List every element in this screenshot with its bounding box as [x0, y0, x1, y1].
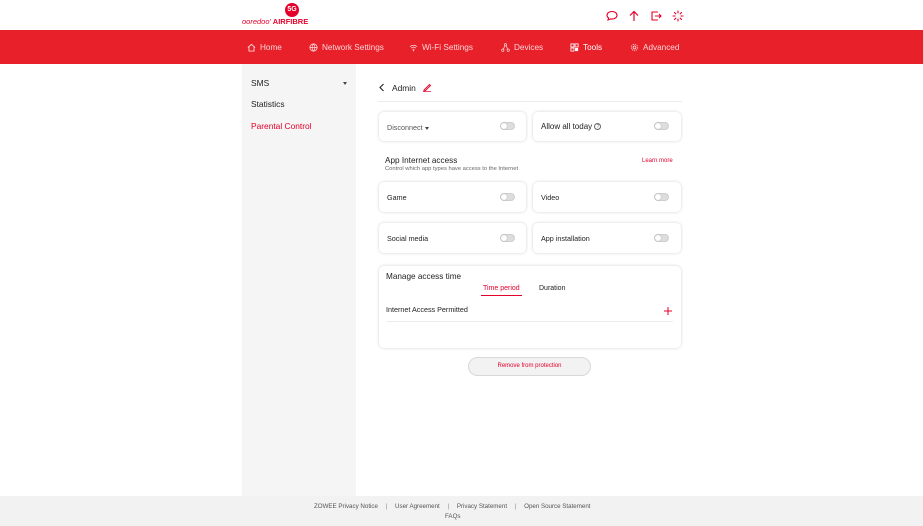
sidebar-item-sms-label: SMS — [251, 78, 270, 88]
chevron-down-icon[interactable] — [343, 82, 347, 85]
info-icon[interactable]: ? — [594, 123, 602, 131]
add-icon[interactable] — [663, 303, 673, 315]
footer-link-privacy-notice[interactable]: ZOWEE Privacy Notice — [314, 503, 378, 510]
allow-all-today-card: Allow all today ? — [533, 112, 681, 141]
devices-icon — [501, 42, 510, 52]
gear-icon — [630, 43, 639, 52]
footer-separator: | — [447, 503, 450, 510]
nav-home-label: Home — [260, 42, 282, 52]
disconnect-card: Disconnect — [379, 112, 526, 141]
footer-separator: | — [514, 503, 517, 510]
access-row-divider — [387, 321, 673, 322]
nav-wifi-settings-label: Wi-Fi Settings — [422, 42, 473, 52]
allow-all-today-text: Allow all today — [541, 122, 593, 131]
social-media-toggle[interactable] — [500, 234, 515, 242]
edit-pencil-icon[interactable] — [422, 79, 432, 97]
footer: ZOWEE Privacy Notice | User Agreement | … — [0, 496, 923, 526]
device-name: Admin — [392, 83, 416, 93]
device-header: Admin — [378, 81, 432, 95]
nav-wifi-settings[interactable]: Wi-Fi Settings — [409, 30, 473, 64]
nav-advanced[interactable]: Advanced — [630, 30, 679, 64]
access-time-card: Manage access time Time period Duration … — [379, 266, 681, 348]
disconnect-dropdown[interactable]: Disconnect — [387, 123, 429, 132]
header-divider — [378, 101, 682, 102]
caret-down-icon — [424, 126, 429, 130]
main-nav: Home Network Settings Wi-Fi Settings Dev… — [0, 30, 923, 64]
app-card-game-label: Game — [387, 193, 407, 202]
nav-network-settings[interactable]: Network Settings — [309, 30, 384, 64]
footer-separator: | — [385, 503, 388, 510]
app-card-app-installation-label: App installation — [541, 234, 590, 243]
allow-all-today-toggle[interactable] — [654, 122, 669, 130]
app-card-social-media-label: Social media — [387, 234, 429, 243]
app-card-social-media: Social media — [379, 223, 526, 253]
top-bar: 5G ooredoo' AIRFIBRE — [0, 0, 923, 30]
app-card-app-installation: App installation — [533, 223, 681, 253]
sidebar-item-statistics[interactable]: Statistics — [251, 99, 285, 109]
nav-home[interactable]: Home — [247, 30, 282, 64]
chat-icon[interactable] — [605, 9, 619, 23]
active-tab-indicator — [481, 295, 522, 296]
learn-more-link[interactable]: Learn more — [642, 158, 673, 164]
disconnect-toggle[interactable] — [500, 122, 515, 130]
main-content: Admin Disconnect Allow all today ? App I… — [378, 64, 682, 496]
access-permitted-label: Internet Access Permitted — [386, 305, 468, 314]
wifi-icon — [409, 43, 418, 52]
back-arrow-icon[interactable] — [378, 79, 386, 97]
app-access-subtitle: Control which app types have access to t… — [385, 166, 519, 172]
nav-network-settings-label: Network Settings — [322, 42, 384, 52]
home-icon — [247, 43, 256, 52]
brand-wordmark: ooredoo' AIRFIBRE — [242, 17, 308, 26]
app-card-video-label: Video — [541, 193, 560, 202]
footer-link-faqs[interactable]: FAQs — [445, 513, 460, 520]
globe-icon — [309, 42, 318, 52]
tab-duration[interactable]: Duration — [539, 285, 565, 292]
disconnect-label: Disconnect — [387, 123, 423, 132]
nav-devices[interactable]: Devices — [501, 30, 543, 64]
video-toggle[interactable] — [654, 193, 669, 201]
logout-icon[interactable] — [649, 9, 663, 23]
5g-badge: 5G — [285, 3, 299, 17]
sidebar-item-statistics-label: Statistics — [251, 99, 285, 109]
app-card-video: Video — [533, 182, 681, 212]
app-card-game: Game — [379, 182, 526, 212]
footer-link-privacy-statement[interactable]: Privacy Statement — [457, 503, 507, 510]
loading-icon — [671, 9, 685, 23]
nav-tools[interactable]: Tools — [570, 30, 602, 64]
top-icon-group — [605, 9, 685, 23]
product-name: AIRFIBRE — [272, 17, 309, 26]
footer-links: ZOWEE Privacy Notice | User Agreement | … — [314, 503, 591, 510]
tab-time-period[interactable]: Time period — [483, 285, 520, 292]
footer-link-user-agreement[interactable]: User Agreement — [395, 503, 440, 510]
app-access-title: App Internet access — [385, 156, 458, 165]
allow-all-today-label: Allow all today ? — [541, 122, 602, 131]
nav-advanced-label: Advanced — [643, 42, 680, 52]
tools-icon — [570, 42, 579, 52]
brand-logo[interactable]: 5G ooredoo' AIRFIBRE — [242, 3, 312, 28]
game-toggle[interactable] — [500, 193, 515, 201]
sidebar-item-parental-control[interactable]: Parental Control — [251, 121, 312, 131]
access-time-title: Manage access time — [386, 272, 462, 281]
footer-link-open-source-statement[interactable]: Open Source Statement — [524, 503, 590, 510]
sidebar-item-sms[interactable]: SMS — [251, 78, 269, 88]
nav-tools-label: Tools — [583, 42, 603, 52]
brand-name: ooredoo' — [242, 17, 271, 26]
nav-devices-label: Devices — [514, 42, 544, 52]
sidebar: SMS Statistics Parental Control — [242, 64, 356, 496]
upload-arrow-icon[interactable] — [627, 9, 641, 23]
remove-from-protection-button[interactable]: Remove from protection — [468, 357, 591, 376]
sidebar-item-parental-control-label: Parental Control — [251, 121, 312, 131]
app-installation-toggle[interactable] — [654, 234, 669, 242]
